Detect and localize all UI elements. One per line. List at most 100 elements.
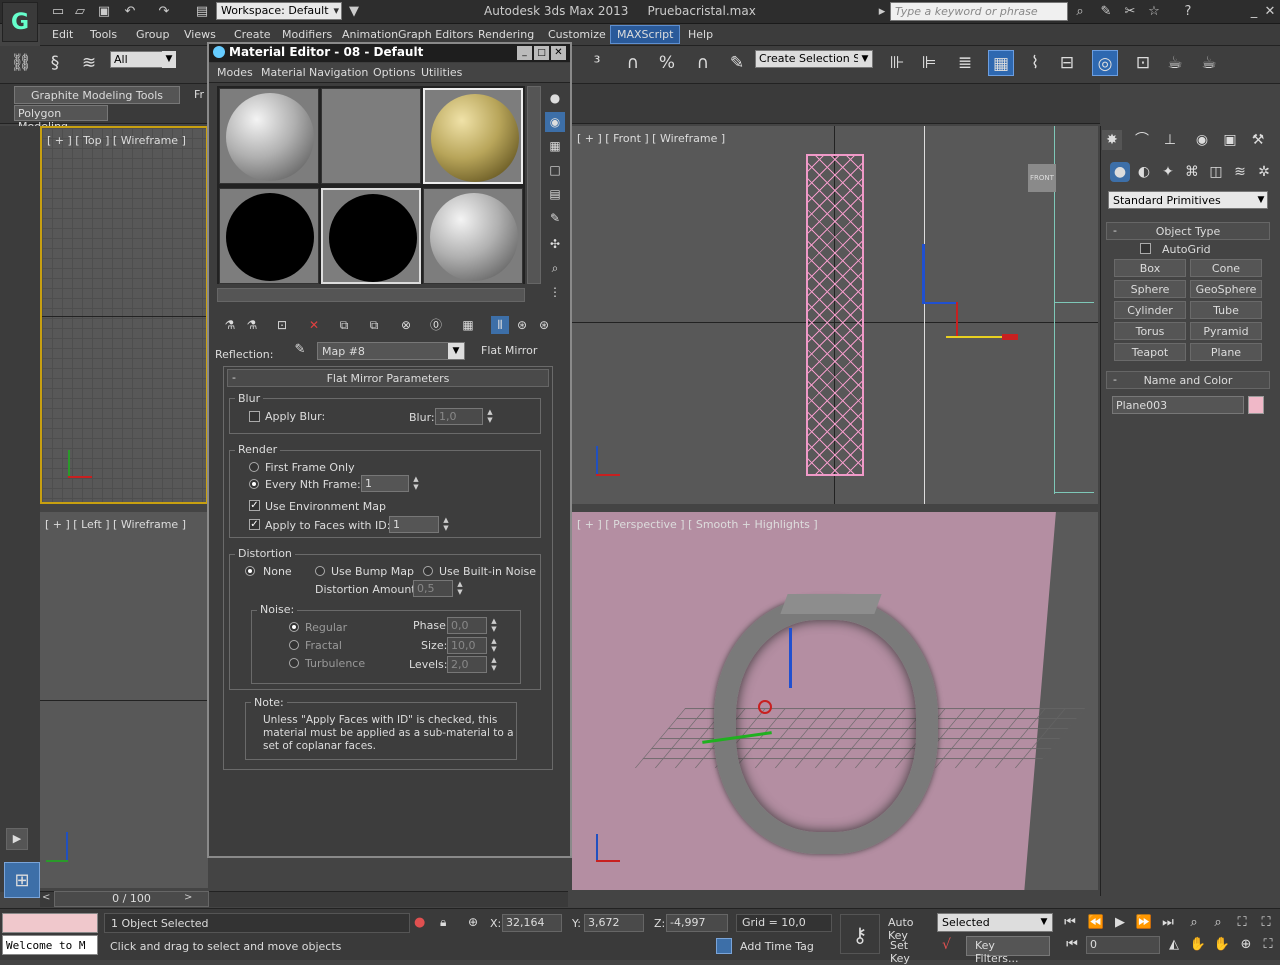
- maxscript-welcome[interactable]: Welcome to M: [2, 935, 98, 955]
- gizmo-z-axis-icon[interactable]: [922, 244, 925, 304]
- map-name-dropdown[interactable]: Map #8 ▼: [317, 342, 465, 360]
- menu-modifiers[interactable]: Modifiers: [282, 28, 332, 41]
- apply-to-faces-checkbox[interactable]: ✓: [249, 519, 260, 530]
- object-type-rollout-header[interactable]: - Object Type: [1106, 222, 1270, 240]
- spinner-arrows-icon[interactable]: ▲ ▼: [441, 516, 451, 533]
- helpers-icon[interactable]: ◫: [1206, 162, 1226, 182]
- menu-edit[interactable]: Edit: [52, 28, 73, 41]
- search-input[interactable]: Type a keyword or phrase: [890, 2, 1068, 21]
- go-forward-to-sibling-icon[interactable]: ⊛: [535, 316, 553, 334]
- absolute-mode-icon[interactable]: ⊕: [468, 915, 478, 929]
- viewport-layout-icon[interactable]: ⊞: [4, 862, 40, 898]
- distortion-amount-spinner[interactable]: 0,5: [413, 580, 453, 597]
- spacewarps-icon[interactable]: ≋: [1230, 162, 1250, 182]
- phase-spinner[interactable]: 0,0: [447, 617, 487, 634]
- favorites-star-icon[interactable]: ☆: [1146, 4, 1162, 20]
- mirror-icon[interactable]: ⊪: [884, 50, 910, 76]
- menu-utilities[interactable]: Utilities: [421, 66, 462, 79]
- new-file-icon[interactable]: ▭: [50, 4, 66, 20]
- help-icon[interactable]: ?: [1180, 4, 1196, 20]
- orbit-subobject-icon[interactable]: ⊕: [1236, 937, 1256, 952]
- menu-graph-editors[interactable]: Graph Editors: [398, 28, 474, 41]
- plane-button[interactable]: Plane: [1190, 343, 1262, 361]
- make-unique-icon[interactable]: ⧉: [365, 316, 383, 334]
- ring-signet-top[interactable]: [780, 594, 882, 614]
- torus-button[interactable]: Torus: [1114, 322, 1186, 340]
- cameras-icon[interactable]: ⌘: [1182, 162, 1202, 182]
- display-tab-icon[interactable]: ▣: [1220, 130, 1240, 150]
- y-coordinate-field[interactable]: 3,672: [584, 914, 644, 932]
- project-folder-icon[interactable]: ▤: [194, 4, 210, 20]
- app-logo-icon[interactable]: G: [2, 2, 38, 42]
- noise-regular-radio[interactable]: [289, 622, 299, 632]
- go-to-start-icon[interactable]: ⏮: [1060, 915, 1080, 930]
- spinner-arrows-icon[interactable]: ▲ ▼: [489, 617, 499, 634]
- tab-graphite-modeling-tools[interactable]: Graphite Modeling Tools: [14, 86, 180, 104]
- gizmo-center-icon[interactable]: [758, 700, 772, 714]
- motion-tab-icon[interactable]: ◉: [1192, 130, 1212, 150]
- viewport-front[interactable]: [ + ] [ Front ] [ Wireframe ] FRONT: [572, 126, 1098, 504]
- schematic-view-icon[interactable]: ⊟: [1054, 50, 1080, 76]
- next-frame-icon[interactable]: ⏩: [1134, 915, 1154, 930]
- menu-customize[interactable]: Customize: [548, 28, 606, 41]
- set-key-icon[interactable]: ⚷: [840, 914, 880, 954]
- go-to-end-icon[interactable]: ⏭: [1158, 915, 1178, 930]
- menu-group[interactable]: Group: [136, 28, 170, 41]
- spinner-snap-icon[interactable]: ∩: [690, 50, 716, 76]
- flat-mirror-rollout-header[interactable]: - Flat Mirror Parameters: [227, 369, 549, 387]
- show-end-result-icon[interactable]: ⫴: [491, 316, 509, 334]
- maximize-viewport-icon[interactable]: ⛶: [1258, 937, 1278, 952]
- binoculars-icon[interactable]: ⌕: [1072, 4, 1088, 20]
- spinner-arrows-icon[interactable]: ▲ ▼: [489, 637, 499, 654]
- apply-blur-checkbox[interactable]: [249, 411, 260, 422]
- show-map-in-viewport-icon[interactable]: ▦: [459, 316, 477, 334]
- autogrid-checkbox[interactable]: [1140, 243, 1151, 254]
- play-animation-icon[interactable]: ▶: [1110, 915, 1130, 930]
- spinner-arrows-icon[interactable]: ▲ ▼: [411, 475, 421, 492]
- maximize-icon[interactable]: □: [534, 46, 549, 60]
- eyedropper-icon[interactable]: ✎: [291, 342, 309, 360]
- name-and-color-rollout-header[interactable]: - Name and Color: [1106, 371, 1270, 389]
- make-preview-icon[interactable]: ✎: [545, 208, 565, 228]
- unlink-icon[interactable]: §: [42, 50, 68, 76]
- open-file-icon[interactable]: ▱: [72, 4, 88, 20]
- auto-key-button[interactable]: Auto Key: [886, 914, 934, 942]
- menu-options[interactable]: Options: [373, 66, 415, 79]
- current-frame-field[interactable]: 0: [1086, 936, 1160, 954]
- copy-material-icon[interactable]: ⧉: [335, 316, 353, 334]
- viewport-perspective[interactable]: [ + ] [ Perspective ] [ Smooth + Highlig…: [572, 512, 1098, 890]
- object-name-field[interactable]: Plane003: [1112, 396, 1244, 414]
- play-icon[interactable]: ▶: [6, 828, 28, 850]
- geometry-icon[interactable]: ●: [1110, 162, 1130, 182]
- key-filters-button[interactable]: Key Filters...: [966, 936, 1050, 965]
- sample-type-icon[interactable]: ●: [545, 88, 565, 108]
- close-icon[interactable]: ✕: [1262, 4, 1278, 20]
- save-file-icon[interactable]: ▣: [96, 4, 112, 20]
- named-selection-set-dropdown[interactable]: Create Selection Se: [755, 50, 873, 68]
- menu-navigation[interactable]: Navigation: [309, 66, 368, 79]
- material-slot[interactable]: [219, 88, 319, 184]
- minimize-icon[interactable]: _: [517, 46, 532, 60]
- chevron-down-icon[interactable]: ▼: [1254, 192, 1268, 208]
- key-mode-toggle-icon[interactable]: ⏮: [1062, 937, 1082, 952]
- pan-view-icon[interactable]: ✋: [1188, 937, 1208, 952]
- menu-views[interactable]: Views: [184, 28, 216, 41]
- chevron-right-icon[interactable]: >: [184, 892, 192, 903]
- viewport-label[interactable]: [ + ] [ Front ] [ Wireframe ]: [577, 132, 725, 145]
- chevron-right-icon[interactable]: ▸: [874, 4, 890, 20]
- link-icon[interactable]: ⛓: [8, 50, 34, 76]
- add-time-tag-button[interactable]: Add Time Tag: [736, 938, 856, 956]
- systems-icon[interactable]: ✲: [1254, 162, 1274, 182]
- z-coordinate-field[interactable]: -4,997: [666, 914, 728, 932]
- communication-icon[interactable]: ✂: [1122, 4, 1138, 20]
- field-of-view-icon[interactable]: ◭: [1164, 937, 1184, 952]
- material-slot[interactable]: [423, 188, 523, 284]
- every-nth-frame-radio[interactable]: [249, 479, 259, 489]
- menu-create[interactable]: Create: [234, 28, 271, 41]
- material-map-navigator-icon[interactable]: ⋮: [545, 282, 565, 302]
- curve-editor-icon[interactable]: ⌇: [1022, 50, 1048, 76]
- zoom-icon[interactable]: ⌕: [1184, 915, 1204, 930]
- select-by-material-icon[interactable]: ⌕: [545, 258, 565, 278]
- get-material-icon[interactable]: ⚗: [221, 316, 239, 334]
- go-to-parent-icon[interactable]: ⊛: [513, 316, 531, 334]
